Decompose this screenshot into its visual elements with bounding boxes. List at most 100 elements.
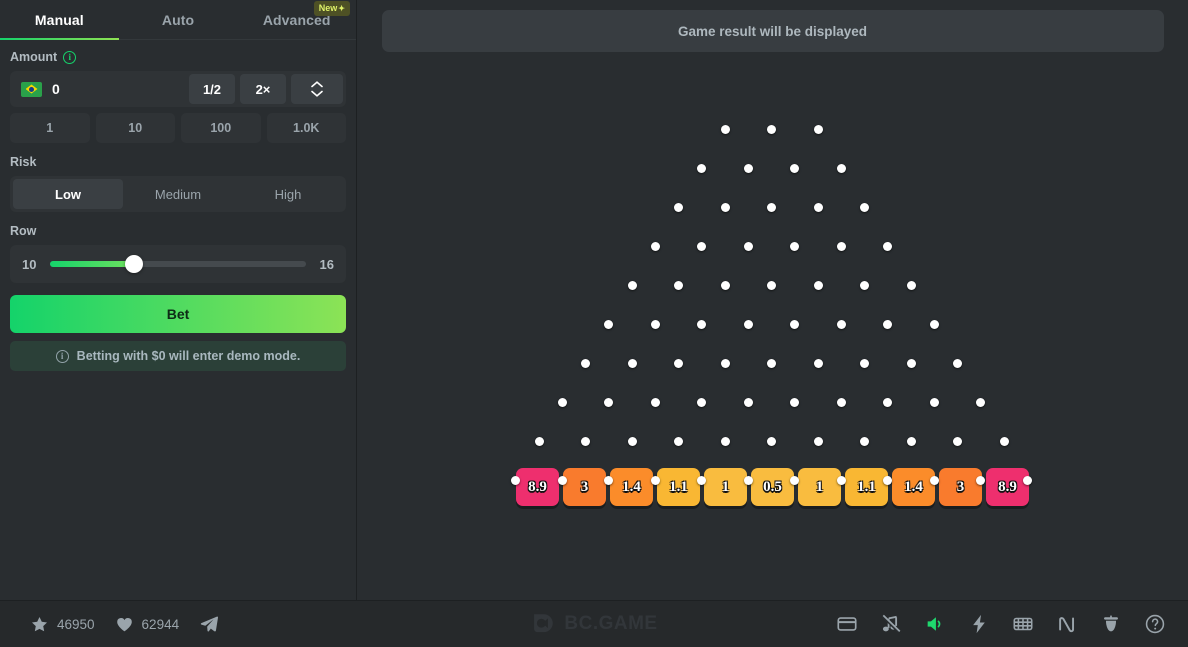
tab-auto[interactable]: Auto (119, 0, 238, 39)
peg (1022, 475, 1032, 485)
peg (813, 436, 823, 446)
info-icon[interactable]: i (63, 50, 77, 64)
peg (720, 202, 730, 212)
favorites-count: 46950 (57, 616, 95, 632)
tab-manual[interactable]: Manual (0, 0, 119, 40)
plinko-board: 8.9 3 1.4 1.1 1 0.5 1 1.1 1.4 3 8.9 (382, 60, 1164, 540)
peg (953, 358, 962, 368)
half-amount-button[interactable]: 1/2 (189, 74, 235, 104)
peg (720, 358, 730, 368)
peg (604, 397, 614, 407)
multiplier-row: 8.9 3 1.4 1.1 1 0.5 1 1.1 1.4 3 8.9 (382, 468, 1164, 506)
row-slider-thumb[interactable] (125, 255, 144, 273)
peg (767, 358, 776, 368)
peg (650, 475, 660, 485)
amount-field-wrap[interactable] (13, 74, 184, 104)
brand-text: BC.GAME (564, 613, 658, 634)
peg (650, 319, 660, 329)
row-slider-max: 16 (319, 256, 334, 272)
new-badge: New ✦ (313, 1, 350, 16)
peg (697, 241, 707, 251)
multiplier-pill: 0.5 (751, 468, 794, 506)
likes-stat[interactable]: 62944 (115, 615, 180, 634)
risk-label: Risk (10, 155, 37, 169)
multiplier-pill: 1.1 (657, 468, 700, 506)
row-label-row: Row (10, 224, 346, 238)
peg (883, 241, 893, 251)
mode-tabs: Manual Auto Advanced New ✦ (0, 0, 356, 40)
quick-amount-row: 1 10 100 1.0K (10, 113, 346, 143)
game-result-text: Game result will be displayed (677, 23, 868, 39)
peg (627, 436, 637, 446)
peg (906, 280, 916, 290)
peg (720, 436, 730, 446)
peg (581, 436, 590, 446)
peg (976, 397, 986, 407)
peg (697, 319, 707, 329)
trend-curve-icon[interactable] (1056, 613, 1078, 635)
quick-amount-100[interactable]: 100 (181, 113, 261, 143)
peg (813, 124, 823, 134)
heart-icon (116, 617, 132, 631)
amount-stepper[interactable] (291, 74, 343, 104)
risk-option-medium[interactable]: Medium (123, 179, 233, 209)
send-icon (200, 616, 219, 632)
amount-input[interactable] (52, 81, 152, 97)
quick-amount-1[interactable]: 1 (10, 113, 90, 143)
chevron-up-icon (311, 81, 323, 88)
brazil-flag-icon (21, 81, 42, 97)
row-slider-min: 10 (22, 256, 37, 272)
keyboard-icon[interactable] (1012, 613, 1034, 635)
sound-on-icon[interactable] (924, 613, 946, 635)
double-amount-button[interactable]: 2× (240, 74, 286, 104)
status-bar-left: 46950 62944 (0, 614, 357, 634)
peg (836, 475, 846, 485)
music-off-icon[interactable] (880, 613, 902, 635)
peg (813, 202, 823, 212)
share-button[interactable] (199, 614, 219, 634)
peg (860, 280, 869, 290)
chevron-down-icon (311, 90, 323, 97)
peg (790, 163, 800, 173)
quick-amount-1k[interactable]: 1.0K (266, 113, 346, 143)
window-icon[interactable] (836, 613, 858, 635)
help-icon[interactable] (1144, 613, 1166, 635)
peg (674, 436, 683, 446)
peg (557, 475, 567, 485)
row-label: Row (10, 224, 37, 238)
tab-auto-label: Auto (161, 11, 195, 28)
peg (697, 163, 707, 173)
peg (790, 319, 800, 329)
demo-mode-text: Betting with $0 will enter demo mode. (76, 349, 301, 363)
game-result-bar: Game result will be displayed (381, 10, 1164, 52)
bet-button[interactable]: Bet (10, 295, 346, 333)
quick-amount-10[interactable]: 10 (95, 113, 175, 143)
peg (836, 319, 846, 329)
risk-option-high[interactable]: High (233, 179, 343, 209)
peg (813, 358, 823, 368)
peg (976, 475, 986, 485)
new-badge-label: New (318, 3, 338, 13)
peg (860, 436, 869, 446)
peg (767, 436, 776, 446)
panel-body: Amount i 1/2 2× (0, 40, 356, 371)
risk-option-low[interactable]: Low (13, 179, 123, 209)
peg (557, 397, 567, 407)
peg (767, 124, 776, 134)
likes-count: 62944 (141, 616, 180, 632)
peg (697, 475, 707, 485)
peg (836, 397, 846, 407)
peg (767, 202, 776, 212)
row-slider-fill (50, 261, 135, 267)
favorites-stat[interactable]: 46950 (30, 615, 95, 634)
row-slider[interactable]: 10 16 (10, 245, 346, 283)
multiplier-pill: 3 (563, 468, 606, 506)
row-slider-track[interactable] (50, 255, 306, 273)
demo-mode-notice: i Betting with $0 will enter demo mode. (10, 341, 346, 371)
lightning-icon[interactable] (968, 613, 990, 635)
peg (999, 436, 1009, 446)
peg (953, 436, 962, 446)
peg (883, 319, 893, 329)
peg (674, 280, 683, 290)
acorn-icon[interactable] (1100, 613, 1122, 635)
